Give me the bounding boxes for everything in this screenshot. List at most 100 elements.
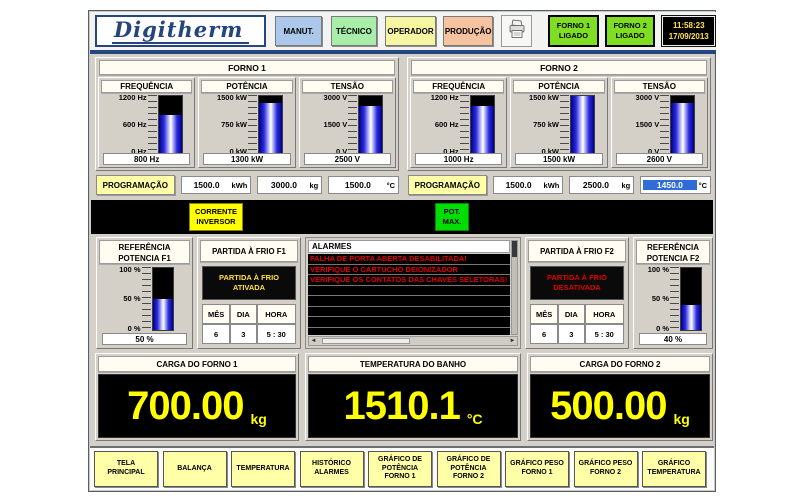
- nav-balanca-button[interactable]: BALANÇA: [163, 451, 227, 487]
- forno2-weight-field[interactable]: 2500.0 kg: [569, 176, 634, 194]
- gauge-scale: 1500 kW 750 kW 0 kW: [211, 95, 248, 154]
- col-header: HORA: [257, 304, 296, 324]
- nav-grafico-peso-forno2-button[interactable]: GRÁFICO PESOFORNO 2: [574, 451, 638, 487]
- gauge-scale: 3000 V 1500 V 0 V: [623, 95, 660, 154]
- alarm-item[interactable]: FALHA DE PORTA ABERTA DESABILITADA!: [308, 254, 510, 265]
- alarms-horizontal-scrollbar[interactable]: ◄ ►: [308, 336, 518, 346]
- gauge-scale: 1500 kW 750 kW 0 kW: [523, 95, 560, 154]
- alarm-item-empty: [308, 317, 510, 328]
- unit-label: °C: [387, 181, 398, 190]
- logo: Digitherm: [95, 15, 266, 47]
- forno1-potencia-gauge: POTÊNCIA 1500 kW 750 kW 0 kW 1300 kW: [198, 77, 295, 168]
- forno1-programacao-button[interactable]: PROGRAMAÇÃO: [96, 175, 175, 195]
- alarm-item-empty: [308, 307, 510, 318]
- corrente-inversor-indicator: CORRENTE INVERSOR: [189, 203, 243, 231]
- partida-f1-status: PARTIDA À FRIO ATIVADA: [202, 266, 296, 300]
- partida-frio-f2-panel: PARTIDA À FRIO F2 PARTIDA À FRIO DESATIV…: [525, 237, 629, 349]
- nav-historico-alarmes-button[interactable]: HISTÓRICOALARMES: [300, 451, 364, 487]
- unit-label: °C: [699, 181, 710, 190]
- gauge-ticks: [248, 95, 257, 154]
- partida-f2-schedule: MÊS DIA HORA 6 3 5 : 30: [530, 304, 624, 344]
- display-screen: 500.00 kg: [530, 374, 710, 438]
- gauge-bar: [470, 95, 495, 154]
- display-title: CARGA DO FORNO 1: [98, 356, 296, 372]
- unit-label: kg: [621, 181, 633, 190]
- gauge-value: 2500 V: [304, 153, 391, 165]
- gauge-bar: [152, 267, 174, 331]
- alarm-item[interactable]: VERIFIQUE O CARTUCHO DEIONIZADOR: [308, 265, 510, 276]
- gauge-ticks: [142, 267, 151, 331]
- gauge-title: TENSÃO: [302, 80, 393, 93]
- forno1-weight-field[interactable]: 3000.0 kg: [257, 176, 322, 194]
- forno2-panel: FORNO 2 FREQUÊNCIA 1200 Hz 600 Hz 0 Hz 1…: [407, 57, 711, 171]
- forno2-tensao-gauge: TENSÃO 3000 V 1500 V 0 V 2600 V: [611, 77, 708, 168]
- gauge-ticks: [348, 95, 357, 154]
- gauge-value: 40 %: [639, 333, 707, 345]
- partida-frio-f1-panel: PARTIDA À FRIO F1 PARTIDA À FRIO ATIVADA…: [197, 237, 301, 349]
- forno1-frequencia-gauge: FREQUÊNCIA 1200 Hz 600 Hz 0 Hz 800 Hz: [98, 77, 195, 168]
- nav-grafico-potencia-forno2-button[interactable]: GRÁFICO DEPOTÊNCIAFORNO 2: [437, 451, 501, 487]
- display-value: 500.00: [550, 386, 666, 426]
- display-value: 1510.1: [343, 386, 459, 426]
- producao-button[interactable]: PRODUÇÃO: [443, 16, 493, 46]
- gauge-ticks: [660, 95, 669, 154]
- operador-button[interactable]: OPERADOR: [385, 16, 437, 46]
- gauge-title: POTÊNCIA: [201, 80, 292, 93]
- panel-title: PARTIDA À FRIO F2: [528, 240, 626, 262]
- gauge-value: 1300 kW: [203, 153, 290, 165]
- clock-date: 17/09/2013: [662, 31, 715, 42]
- hora-value[interactable]: 5 : 30: [257, 324, 296, 344]
- forno1-tensao-gauge: TENSÃO 3000 V 1500 V 0 V 2500 V: [299, 77, 396, 168]
- mes-value[interactable]: 6: [202, 324, 230, 344]
- gauge-bar: [258, 95, 283, 154]
- gauge-title: POTÊNCIA: [513, 80, 604, 93]
- gauge-scale: 100 % 50 % 0 %: [644, 267, 670, 331]
- alarm-item[interactable]: VERIFIQUE OS CONTATOS DAS CHAVES SELETOR…: [308, 275, 510, 286]
- gauge-scale: 3000 V 1500 V 0 V: [311, 95, 348, 154]
- col-header: MÊS: [530, 304, 558, 324]
- referencia-potencia-f2-panel: REFERÊNCIA POTENCIA F2 100 % 50 % 0 % 40…: [633, 237, 713, 349]
- hora-value[interactable]: 5 : 30: [585, 324, 624, 344]
- bottom-nav-bar: TELAPRINCIPAL BALANÇA TEMPERATURA HISTÓR…: [90, 446, 714, 490]
- forno2-temperature-field[interactable]: 1450.0 °C: [640, 176, 711, 194]
- manut-button[interactable]: MANUT.: [275, 16, 322, 46]
- mes-value[interactable]: 6: [530, 324, 558, 344]
- gauge-bar: [570, 95, 595, 154]
- alarm-item-empty: [308, 286, 510, 297]
- scroll-right-icon[interactable]: ►: [508, 338, 517, 344]
- forno2-energy-field[interactable]: 1500.0 kWh: [493, 176, 564, 194]
- panel-title: PARTIDA À FRIO F1: [200, 240, 298, 262]
- nav-grafico-temperatura-button[interactable]: GRÁFICOTEMPERATURA: [642, 451, 706, 487]
- pot-max-indicator: POT. MAX.: [435, 203, 469, 231]
- forno1-programacao-row: PROGRAMAÇÃO 1500.0 kWh 3000.0 kg 1500.0 …: [95, 173, 399, 197]
- forno1-energy-field[interactable]: 1500.0 kWh: [181, 176, 252, 194]
- display-title: TEMPERATURA DO BANHO: [308, 356, 518, 372]
- forno1-temperature-field[interactable]: 1500.0 °C: [328, 176, 399, 194]
- forno2-programacao-row: PROGRAMAÇÃO 1500.0 kWh 2500.0 kg 1450.0 …: [407, 173, 711, 197]
- nav-tela-principal-button[interactable]: TELAPRINCIPAL: [94, 451, 158, 487]
- forno2-frequencia-gauge: FREQUÊNCIA 1200 Hz 600 Hz 0 Hz 1000 Hz: [410, 77, 507, 168]
- display-screen: 700.00 kg: [98, 374, 296, 438]
- dia-value[interactable]: 3: [558, 324, 584, 344]
- gauge-title: FREQUÊNCIA: [413, 80, 504, 93]
- forno1-status-indicator: FORNO 1 LIGADO: [548, 15, 599, 47]
- scroll-left-icon[interactable]: ◄: [309, 338, 318, 344]
- unit-label: kg: [309, 181, 321, 190]
- tecnico-button[interactable]: TÉCNICO: [331, 16, 377, 46]
- col-header: DIA: [230, 304, 256, 324]
- gauge-title: FREQUÊNCIA: [101, 80, 192, 93]
- print-button[interactable]: [501, 15, 532, 47]
- forno2-programacao-button[interactable]: PROGRAMAÇÃO: [408, 175, 487, 195]
- dia-value[interactable]: 3: [230, 324, 256, 344]
- nav-grafico-peso-forno1-button[interactable]: GRÁFICO PESOFORNO 1: [505, 451, 569, 487]
- scrollbar-thumb[interactable]: [512, 241, 517, 257]
- nav-grafico-potencia-forno1-button[interactable]: GRÁFICO DEPOTÊNCIAFORNO 1: [368, 451, 432, 487]
- gauge-value: 1000 Hz: [415, 153, 502, 165]
- gauge-bar: [680, 267, 702, 331]
- display-screen: 1510.1 °C: [308, 374, 518, 438]
- alarms-vertical-scrollbar[interactable]: [511, 240, 518, 335]
- gauge-scale: 1200 Hz 600 Hz 0 Hz: [111, 95, 148, 154]
- scrollbar-thumb[interactable]: [322, 338, 410, 344]
- nav-temperatura-button[interactable]: TEMPERATURA: [231, 451, 295, 487]
- alarms-panel: ALARMES FALHA DE PORTA ABERTA DESABILITA…: [305, 237, 521, 349]
